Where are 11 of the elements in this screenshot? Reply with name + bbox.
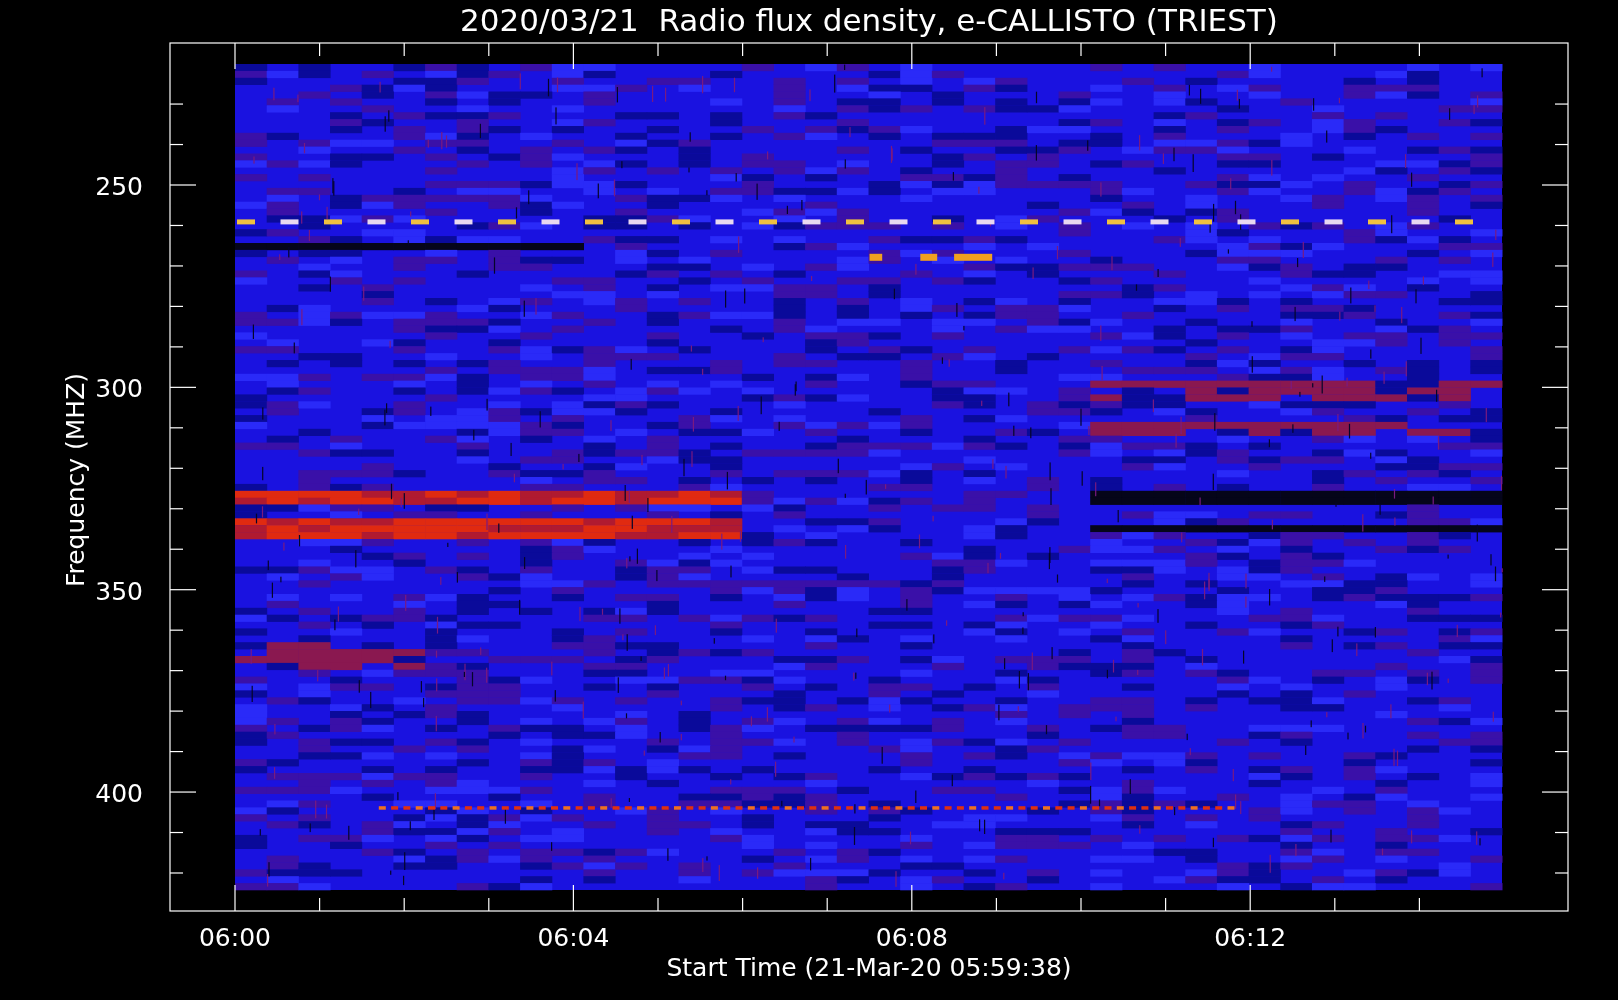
y-tick-label: 250 [95,172,143,201]
chart-title: 2020/03/21 Radio flux density, e-CALLISTO (TRIEST) [460,2,1278,38]
x-tick-label: 06:08 [875,923,948,952]
y-axis-title: Frequency (MHZ) [61,372,90,588]
x-tick-label: 06:00 [199,923,271,952]
x-axis-title: Start Time (21-Mar-20 05:59:38) [666,953,1072,982]
y-tick-label: 400 [95,779,143,809]
y-tick-label: 350 [95,576,143,606]
x-tick-label: 06:04 [537,923,610,952]
x-tick-label: 06:12 [1214,923,1287,952]
y-tick-label: 300 [95,374,143,404]
